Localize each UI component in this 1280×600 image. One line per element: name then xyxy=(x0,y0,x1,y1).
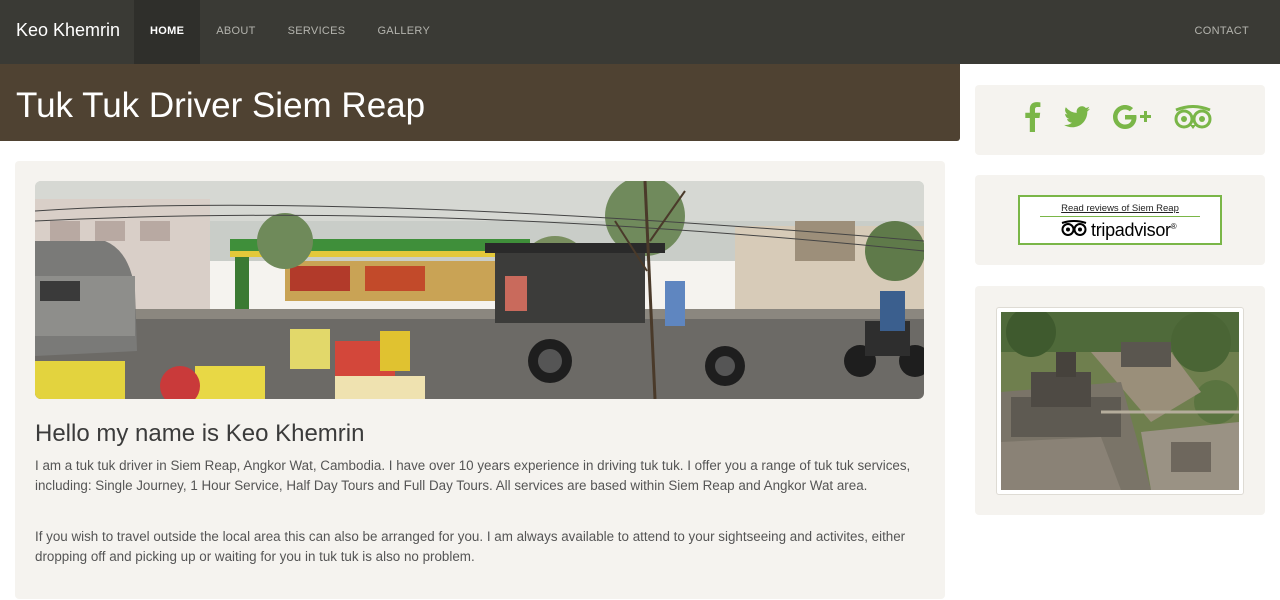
owl-icon xyxy=(1061,220,1087,241)
social-links-box xyxy=(975,85,1265,155)
main-content-panel: Hello my name is Keo Khemrin I am a tuk … xyxy=(15,161,945,599)
badge-divider xyxy=(1040,216,1200,217)
nav-services[interactable]: SERVICES xyxy=(272,0,362,64)
main-nav: HOME ABOUT SERVICES GALLERY xyxy=(134,0,446,64)
intro-heading: Hello my name is Keo Khemrin xyxy=(35,420,365,447)
intro-paragraph-1: I am a tuk tuk driver in Siem Reap, Angk… xyxy=(35,458,911,493)
page-title: Tuk Tuk Driver Siem Reap xyxy=(16,86,426,125)
brand-name[interactable]: Keo Khemrin xyxy=(16,20,120,41)
facebook-icon[interactable] xyxy=(1023,102,1041,137)
tripadvisor-widget-box: Read reviews of Siem Reap tripadvisor ® xyxy=(975,175,1265,265)
navbar: Keo Khemrin HOME ABOUT SERVICES GALLERY … xyxy=(0,0,1280,64)
temple-aerial-photo xyxy=(1001,312,1239,490)
nav-about[interactable]: ABOUT xyxy=(200,0,271,64)
google-plus-icon[interactable] xyxy=(1113,105,1151,134)
nav-home[interactable]: HOME xyxy=(134,0,201,64)
tripadvisor-icon[interactable] xyxy=(1174,105,1212,134)
intro-paragraph-2: If you wish to travel outside the local … xyxy=(35,529,906,564)
tripadvisor-badge[interactable]: Read reviews of Siem Reap tripadvisor ® xyxy=(1018,195,1222,245)
tripadvisor-logo: tripadvisor ® xyxy=(1061,220,1177,241)
nav-gallery[interactable]: GALLERY xyxy=(361,0,446,64)
temple-photo-frame[interactable] xyxy=(996,307,1244,495)
page-title-banner: Tuk Tuk Driver Siem Reap xyxy=(0,64,960,141)
tripadvisor-wordmark: tripadvisor xyxy=(1091,220,1171,240)
twitter-icon[interactable] xyxy=(1064,106,1090,133)
read-reviews-link[interactable]: Read reviews of Siem Reap xyxy=(1020,203,1220,214)
nav-contact[interactable]: CONTACT xyxy=(1195,0,1249,64)
temple-photo-box xyxy=(975,286,1265,515)
hero-street-photo xyxy=(35,181,924,399)
registered-mark: ® xyxy=(1170,222,1177,231)
